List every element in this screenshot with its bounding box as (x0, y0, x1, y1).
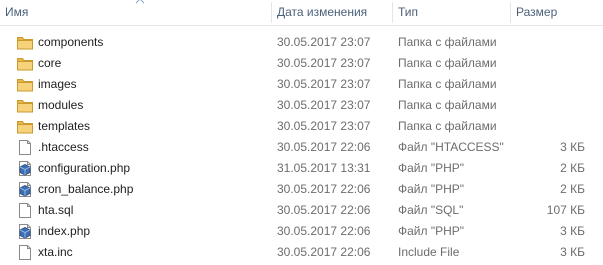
file-type: Папка с файлами (398, 77, 497, 91)
file-size: 2 КБ (560, 161, 585, 175)
sort-ascending-icon (135, 0, 145, 4)
php-file-icon (16, 221, 34, 242)
file-type: Файл "PHP" (398, 224, 465, 238)
file-list: components 30.05.2017 23:07 Папка с файлам… (0, 32, 603, 263)
file-row[interactable]: modules 30.05.2017 23:07 Папка с файлами (0, 95, 603, 116)
file-row[interactable]: hta.sql 30.05.2017 22:06 Файл "SQL" 107 КБ (0, 200, 603, 221)
file-name: configuration.php (38, 161, 131, 175)
file-date: 30.05.2017 22:06 (277, 224, 371, 238)
folder-icon (16, 32, 34, 53)
file-row[interactable]: .htaccess 30.05.2017 22:06 Файл "HTACCESS"… (0, 137, 603, 158)
file-type: Файл "HTACCESS" (398, 140, 504, 154)
file-type: Файл "SQL" (398, 203, 464, 217)
file-type: Файл "PHP" (398, 182, 465, 196)
file-type: Include File (398, 245, 460, 259)
file-date: 30.05.2017 23:07 (277, 98, 371, 112)
file-date: 30.05.2017 23:07 (277, 77, 371, 91)
file-row[interactable]: configuration.php 31.05.2017 13:31 Файл "P… (0, 158, 603, 179)
file-row[interactable]: templates 30.05.2017 23:07 Папка с файлами (0, 116, 603, 137)
file-type: Файл "PHP" (398, 161, 465, 175)
file-row[interactable]: components 30.05.2017 23:07 Папка с файлам… (0, 32, 603, 53)
file-date: 31.05.2017 13:31 (277, 161, 371, 175)
folder-icon (16, 53, 34, 74)
column-header-row: Имя Дата изменения Тип Размер (0, 0, 603, 26)
file-row[interactable]: xta.inc 30.05.2017 22:06 Include File 3 КБ (0, 242, 603, 263)
file-type: Папка с файлами (398, 119, 497, 133)
file-size: 3 КБ (560, 140, 585, 154)
file-date: 30.05.2017 22:06 (277, 182, 371, 196)
file-size: 107 КБ (546, 203, 585, 217)
file-name: hta.sql (38, 203, 74, 217)
file-type: Папка с файлами (398, 98, 497, 112)
php-file-icon (16, 179, 34, 200)
folder-icon (16, 95, 34, 116)
file-row[interactable]: core 30.05.2017 23:07 Папка с файлами (0, 53, 603, 74)
file-date: 30.05.2017 23:07 (277, 56, 371, 70)
file-date: 30.05.2017 23:07 (277, 35, 371, 49)
file-name: .htaccess (38, 140, 89, 154)
file-date: 30.05.2017 22:06 (277, 203, 371, 217)
file-size: 3 КБ (560, 224, 585, 238)
file-size: 3 КБ (560, 245, 585, 259)
file-name: images (38, 77, 77, 91)
file-explorer: Имя Дата изменения Тип Размер components… (0, 0, 603, 265)
file-date: 30.05.2017 22:06 (277, 245, 371, 259)
file-icon (16, 137, 34, 158)
file-name: templates (38, 119, 91, 133)
column-header-size[interactable]: Размер (511, 0, 603, 25)
file-name: xta.inc (38, 245, 73, 259)
file-date: 30.05.2017 23:07 (277, 119, 371, 133)
file-name: index.php (38, 224, 91, 238)
file-row[interactable]: cron_balance.php 30.05.2017 22:06 Файл "PH… (0, 179, 603, 200)
file-name: cron_balance.php (38, 182, 134, 196)
file-name: components (38, 35, 104, 49)
column-header-type[interactable]: Тип (393, 0, 510, 25)
file-type: Папка с файлами (398, 35, 497, 49)
file-type: Папка с файлами (398, 56, 497, 70)
file-size: 2 КБ (560, 182, 585, 196)
file-icon (16, 200, 34, 221)
file-icon (16, 242, 34, 263)
file-name: core (38, 56, 62, 70)
folder-icon (16, 116, 34, 137)
php-file-icon (16, 158, 34, 179)
folder-icon (16, 74, 34, 95)
file-date: 30.05.2017 22:06 (277, 140, 371, 154)
file-row[interactable]: index.php 30.05.2017 22:06 Файл "PHP" 3 КБ (0, 221, 603, 242)
column-header-date[interactable]: Дата изменения (272, 0, 392, 25)
file-row[interactable]: images 30.05.2017 23:07 Папка с файлами (0, 74, 603, 95)
file-name: modules (38, 98, 84, 112)
